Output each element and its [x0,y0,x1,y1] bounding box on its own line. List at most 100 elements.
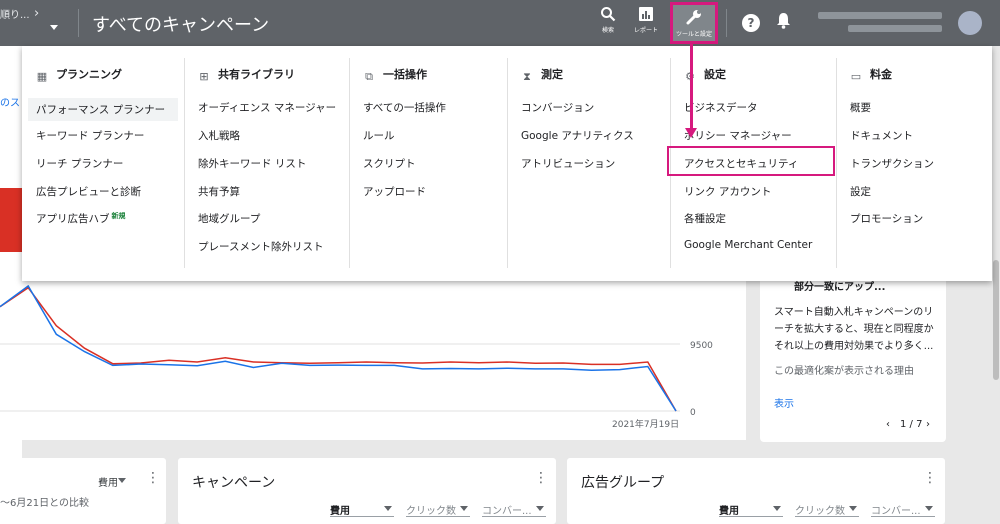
menu-header-bulk-actions: ⧉ 一括操作 [363,66,427,83]
divider [78,9,79,37]
recommendation-body: スマート自動入札キャンペーンのリ [774,307,934,318]
menu-item-attribution[interactable]: アトリビューション [521,156,615,171]
menu-item-rules[interactable]: ルール [363,128,395,143]
menu-item-negative-keywords[interactable]: 除外キーワード リスト [198,156,306,171]
menu-item-location-groups[interactable]: 地域グループ [198,211,260,226]
menu-item-promotions[interactable]: プロモーション [850,211,923,226]
divider [726,9,727,37]
page-title: すべてのキャンペーン [92,15,270,36]
annotation-arrow [690,44,693,132]
search-icon [588,6,628,27]
annotation-highlight-box [667,146,835,176]
notification-bell-icon[interactable] [776,12,791,33]
recommendation-view-link[interactable]: 表示 [774,396,794,413]
recommendation-body: ーチを拡大すると、現在と同程度か [774,324,934,335]
metric-select-cost[interactable]: 費用 [330,502,394,517]
menu-item-uploads[interactable]: アップロード [363,184,426,199]
metric-select-conversions[interactable]: コンバー... [871,502,935,517]
menu-header-shared-library: ⊞ 共有ライブラリ [199,68,295,83]
menu-item-scripts[interactable]: スクリプト [363,156,416,171]
pager-prev-icon[interactable]: ‹ [886,416,890,433]
wrench-icon [673,8,715,31]
more-options-icon[interactable]: ⋮ [923,470,937,486]
menu-item-merchant-center[interactable]: Google Merchant Center [684,239,812,251]
red-bar [0,188,22,252]
metric-select-conversions[interactable]: コンバー... [482,502,546,517]
recommendation-card: 部分一致にアップ... スマート自動入札キャンペーンのリ ーチを拡大すると、現在… [760,270,946,442]
copy-icon: ⧉ [365,70,373,83]
menu-column-planning: ▦ プランニング パフォーマンス プランナー キーワード プランナー リーチ プラ… [22,46,184,281]
menu-item-reach-planner[interactable]: リーチ プランナー [36,156,123,171]
reports-button[interactable]: レポート [626,6,666,40]
compare-text: 〜6月21日との比較 [0,498,89,509]
menu-item-audience-manager[interactable]: オーディエンス マネージャー [198,100,336,115]
menu-item-business-data[interactable]: ビジネスデータ [684,100,758,115]
menu-item-billing-settings[interactable]: 設定 [850,184,871,199]
bar-chart-icon [626,6,666,27]
menu-item-google-analytics[interactable]: Google アナリティクス [521,128,634,143]
series-red-line [0,286,677,412]
performance-chart: 9500 0 2021年7月19日 [0,284,713,430]
recommendation-body: それ以上の費用対効果でより多く... [774,341,934,352]
campaigns-card: キャンペーン ⋮ 費用 クリック数 コンバー... [178,458,556,524]
more-options-icon[interactable]: ⋮ [534,470,548,486]
metric-select-clicks[interactable]: クリック数 [795,502,859,517]
calendar-icon: ▦ [36,70,48,83]
menu-column-measurement: ⧗ 測定 コンバージョン Google アナリティクス アトリビューション [507,46,670,281]
more-options-icon[interactable]: ⋮ [146,470,160,486]
left-panel-text: のス [0,98,20,109]
adgroups-title: 広告グループ [581,475,665,491]
avatar[interactable] [958,11,982,35]
menu-item-shared-budgets[interactable]: 共有予算 [198,184,240,199]
series-blue-line [0,284,677,412]
tools-settings-button[interactable]: ツールと設定 [670,2,718,44]
menu-header-billing: ▭ 料金 [850,68,892,83]
menu-item-placement-exclusions[interactable]: プレースメント除外リスト [198,239,323,254]
y-tick-zero: 0 [690,408,696,418]
account-dropdown-icon[interactable] [50,25,58,30]
menu-header-planning: ▦ プランニング [36,68,122,83]
credit-card-icon: ▭ [850,70,862,83]
search-button[interactable]: 検索 [588,6,628,40]
menu-item-policy-manager[interactable]: ポリシー マネージャー [684,128,792,143]
menu-column-bulk-actions: ⧉ 一括操作 すべての一括操作 ルール スクリプト アップロード [349,46,507,281]
menu-item-all-bulk-actions[interactable]: すべての一括操作 [363,100,446,115]
x-date-label: 2021年7月19日 [612,418,679,430]
menu-item-performance-planner[interactable]: パフォーマンス プランナー [28,98,178,121]
menu-item-documents[interactable]: ドキュメント [850,128,913,143]
menu-item-linked-accounts[interactable]: リンク アカウント [684,184,771,199]
tools-label: ツールと設定 [675,31,712,38]
menu-item-bid-strategies[interactable]: 入札戦略 [198,128,240,143]
account-info[interactable] [818,10,942,36]
chevron-right-icon: › [34,6,40,21]
breadcrumb[interactable]: 順り... [0,6,30,21]
scrollbar-thumb[interactable] [993,260,999,380]
menu-item-app-ad-hub[interactable]: アプリ広告ハブ 新規 [36,211,126,226]
menu-item-preferences[interactable]: 各種設定 [684,211,726,226]
tools-settings-menu: ▦ プランニング パフォーマンス プランナー キーワード プランナー リーチ プラ… [22,46,992,281]
menu-item-transactions[interactable]: トランザクション [850,156,934,171]
recommendation-heading: 部分一致にアップ... [794,282,886,293]
campaigns-title: キャンペーン [192,475,276,491]
grid-icon: ⊞ [199,70,209,83]
menu-item-conversions[interactable]: コンバージョン [521,100,594,115]
metric-select-clicks[interactable]: クリック数 [406,502,470,517]
metric-select-cost[interactable]: 費用 [719,502,783,517]
menu-item-summary[interactable]: 概要 [850,100,871,115]
y-tick-mid: 9500 [690,341,713,351]
help-icon[interactable]: ? [742,14,760,32]
menu-item-keyword-planner[interactable]: キーワード プランナー [36,128,144,143]
summary-card: 費用 ⋮ 〜6月21日との比較 [0,458,166,524]
search-label: 検索 [601,27,614,34]
recommendation-reason[interactable]: この最適化案が表示される理由 [774,363,914,380]
menu-column-shared-library: ⊞ 共有ライブラリ オーディエンス マネージャー 入札戦略 除外キーワード リスト… [184,46,349,281]
hourglass-icon: ⧗ [523,70,531,83]
menu-item-ad-preview[interactable]: 広告プレビューと診断 [36,184,141,199]
pager-count: 1 / 7 [900,419,923,430]
pager-next-icon[interactable]: › [926,416,930,433]
annotation-arrow-head [685,128,697,138]
top-bar: 順り... › すべてのキャンペーン 検索 レポート ツールと設定 ? [0,0,1000,46]
metric-select[interactable]: 費用 [98,474,128,489]
new-badge: 新規 [111,212,126,220]
adgroups-card: 広告グループ ⋮ 費用 クリック数 コンバー... [567,458,945,524]
